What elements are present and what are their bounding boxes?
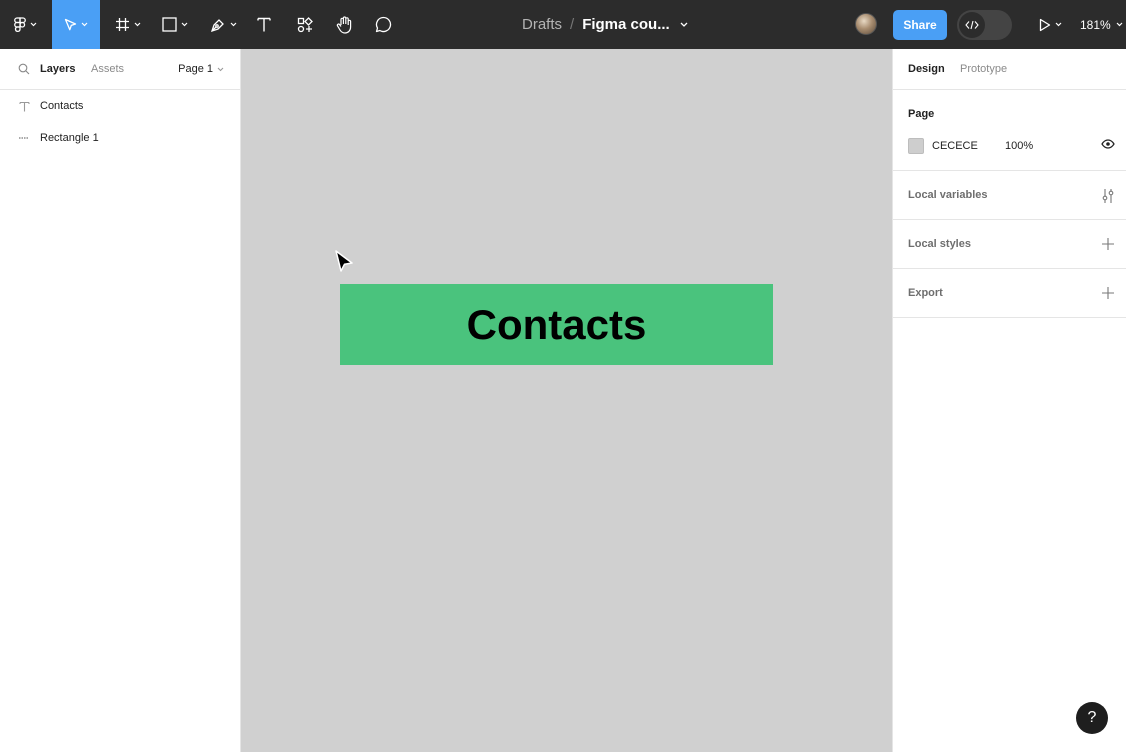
contacts-text[interactable]: Contacts [467,301,647,349]
page-selector-label: Page 1 [178,63,213,75]
page-section-title: Page [908,108,935,120]
pen-tool-button[interactable] [203,0,243,49]
move-pointer-icon [64,18,77,30]
design-panel: Design Prototype Page CECECE 100% Local … [892,49,1126,752]
zoom-level: 181% [1080,17,1111,32]
canvas[interactable]: Contacts [241,49,892,752]
layer-name: Rectangle 1 [40,132,99,144]
chevron-down-icon [1055,22,1061,27]
hand-icon [336,15,352,34]
breadcrumb: Drafts / Figma cou... [522,0,688,49]
avatar[interactable] [855,13,877,35]
layer-name: Contacts [40,100,84,112]
local-styles-section[interactable]: Local styles [893,220,1126,269]
help-button[interactable]: ? [1076,702,1108,734]
page-color-swatch[interactable] [908,138,924,154]
frame-tool-button[interactable] [108,0,148,49]
rectangle-layer-icon [17,131,31,145]
eye-icon[interactable] [1101,139,1115,149]
tab-design[interactable]: Design [908,63,945,75]
mouse-cursor-icon [335,250,353,272]
resources-icon [297,16,313,32]
search-icon[interactable] [18,63,30,75]
chevron-down-icon [217,67,224,71]
layers-panel-header: Layers Assets Page 1 [0,49,240,90]
shape-tool-button[interactable] [155,0,195,49]
page-selector[interactable]: Page 1 [178,63,224,75]
comment-tool-button[interactable] [369,0,397,49]
resources-tool-button[interactable] [290,0,320,49]
dev-mode-toggle[interactable] [957,10,1012,40]
toolbar: Drafts / Figma cou... Share 181% [0,0,1126,49]
export-section[interactable]: Export [893,269,1126,318]
pen-icon [210,18,224,32]
page-color-hex[interactable]: CECECE [932,140,978,152]
tab-layers[interactable]: Layers [40,63,75,75]
move-tool-button[interactable] [52,0,100,49]
share-button[interactable]: Share [893,10,947,40]
local-styles-title: Local styles [908,238,971,250]
chevron-down-icon [230,22,236,27]
file-name[interactable]: Figma cou... [582,16,670,33]
local-variables-title: Local variables [908,189,988,201]
main-menu-button[interactable] [0,0,50,49]
figma-logo-icon [13,16,26,32]
page-opacity[interactable]: 100% [1005,140,1033,152]
layer-item-rectangle[interactable]: Rectangle 1 [0,122,240,154]
chevron-down-icon [134,22,141,27]
tab-prototype[interactable]: Prototype [960,63,1007,75]
variables-sliders-icon[interactable] [1101,188,1115,204]
chevron-down-icon [181,22,188,27]
design-panel-header: Design Prototype [893,49,1126,90]
text-t-icon [257,17,271,32]
frame-hash-icon [116,18,129,31]
page-section: Page CECECE 100% [893,90,1126,171]
text-layer-icon [17,99,31,113]
hand-tool-button[interactable] [330,0,358,49]
chevron-down-icon [81,22,88,27]
layers-panel: Layers Assets Page 1 Contacts Rectangle … [0,49,241,752]
rectangle-icon [162,17,177,32]
text-tool-button[interactable] [250,0,278,49]
tab-assets[interactable]: Assets [91,63,124,75]
breadcrumb-separator: / [570,16,575,33]
chevron-down-icon [1116,22,1123,27]
local-variables-section[interactable]: Local variables [893,171,1126,220]
play-icon [1039,18,1050,31]
chevron-down-icon[interactable] [680,22,688,27]
chevron-down-icon [30,22,36,27]
zoom-control[interactable]: 181% [1080,0,1123,49]
breadcrumb-drafts-link[interactable]: Drafts [522,16,562,33]
comment-bubble-icon [375,16,391,33]
present-button[interactable] [1032,0,1068,49]
layer-item-contacts[interactable]: Contacts [0,90,240,122]
plus-icon[interactable] [1101,237,1115,251]
export-title: Export [908,287,943,299]
plus-icon[interactable] [1101,286,1115,300]
code-icon [965,20,979,30]
dev-mode-knob [959,12,985,38]
green-rectangle[interactable]: Contacts [340,284,773,365]
